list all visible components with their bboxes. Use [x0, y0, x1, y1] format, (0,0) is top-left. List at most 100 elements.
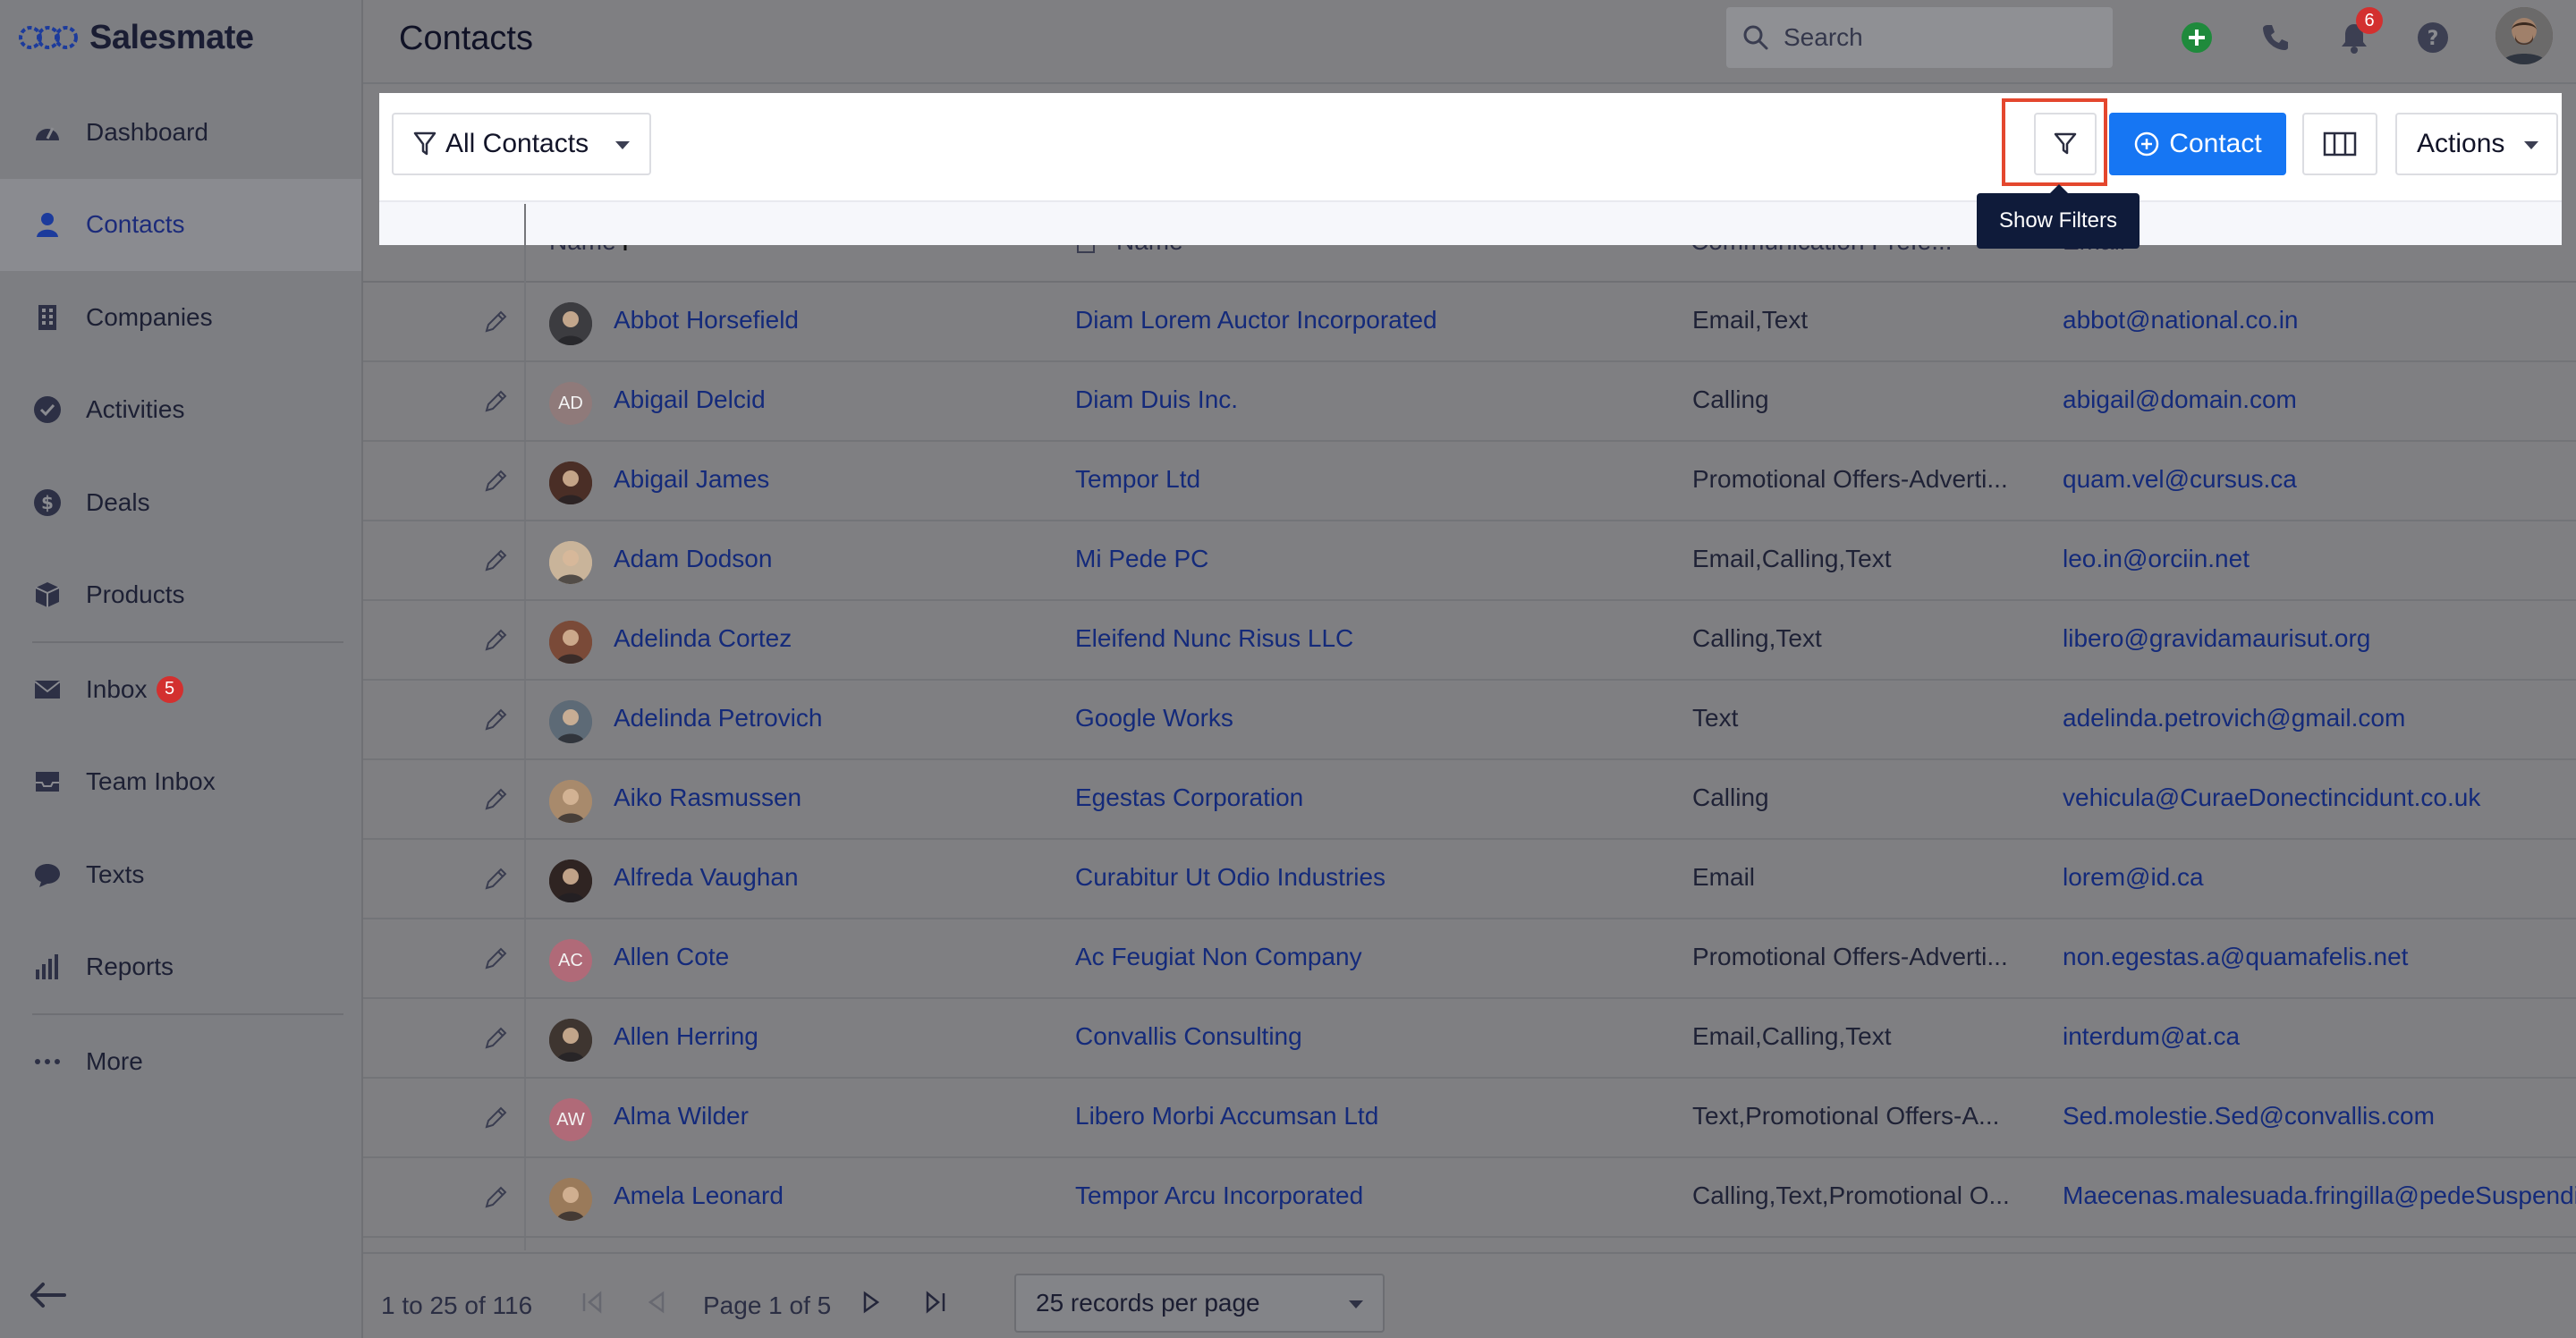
sidebar-item-contacts[interactable]: Contacts — [0, 178, 361, 271]
quick-add-icon[interactable] — [2179, 20, 2215, 55]
edit-pencil-icon[interactable] — [481, 1183, 510, 1212]
sidebar-nav: Dashboard Contacts Companies Activities $ Dea… — [0, 86, 361, 1108]
table-row[interactable]: Abbot Horsefield Diam Lorem Auctor Incorp… — [363, 283, 2576, 362]
edit-pencil-icon[interactable] — [481, 1024, 510, 1053]
table-row[interactable]: AW Alma Wilder Libero Morbi Accumsan Ltd Te… — [363, 1079, 2576, 1158]
sidebar: Salesmate Dashboard Contacts Companies Acti… — [0, 0, 363, 1338]
edit-pencil-icon[interactable] — [481, 706, 510, 734]
table-row[interactable]: Adelinda Petrovich Google Works Text adelin… — [363, 681, 2576, 760]
table-row[interactable]: Aiko Rasmussen Egestas Corporation Calling… — [363, 760, 2576, 840]
edit-pencil-icon[interactable] — [481, 308, 510, 336]
table-row[interactable]: Amela Leonard Tempor Arcu Incorporated Cal… — [363, 1158, 2576, 1238]
next-page-icon[interactable] — [855, 1286, 887, 1318]
help-icon[interactable]: ? — [2415, 20, 2451, 55]
sidebar-item-dashboard[interactable]: Dashboard — [0, 86, 361, 179]
contact-photo-icon — [549, 860, 592, 902]
edit-pencil-icon[interactable] — [481, 546, 510, 575]
contact-name-link[interactable]: Adelinda Petrovich — [614, 704, 822, 733]
contact-name-link[interactable]: Abigail James — [614, 465, 769, 494]
email-link[interactable]: quam.vel@cursus.ca — [2063, 465, 2297, 494]
contact-name-link[interactable]: Allen Cote — [614, 943, 729, 971]
email-link[interactable]: vehicula@CuraeDonectincidunt.co.uk — [2063, 783, 2480, 812]
last-page-icon[interactable] — [919, 1286, 952, 1318]
contact-name-link[interactable]: Aiko Rasmussen — [614, 783, 801, 812]
user-avatar[interactable] — [2496, 7, 2553, 64]
email-link[interactable]: abigail@domain.com — [2063, 385, 2297, 414]
company-name-link[interactable]: Google Works — [1075, 704, 1233, 733]
email-link[interactable]: lorem@id.ca — [2063, 863, 2204, 892]
add-contact-button[interactable]: Contact — [2109, 113, 2286, 175]
company-name-link[interactable]: Eleifend Nunc Risus LLC — [1075, 624, 1353, 653]
previous-page-icon[interactable] — [640, 1286, 673, 1318]
company-name-link[interactable]: Diam Duis Inc. — [1075, 385, 1238, 414]
table-row[interactable]: AD Abigail Delcid Diam Duis Inc. Calling abi… — [363, 362, 2576, 442]
email-link[interactable]: Sed.molestie.Sed@convallis.com — [2063, 1102, 2435, 1131]
actions-dropdown[interactable]: Actions — [2395, 113, 2558, 175]
contact-name-link[interactable]: Alma Wilder — [614, 1102, 749, 1131]
first-page-icon[interactable] — [576, 1286, 608, 1318]
contact-name-link[interactable]: Abigail Delcid — [614, 385, 766, 414]
sidebar-item-reports[interactable]: Reports — [0, 921, 361, 1014]
email-link[interactable]: non.egestas.a@quamafelis.net — [2063, 943, 2408, 971]
table-row[interactable]: Adelinda Cortez Eleifend Nunc Risus LLC Ca… — [363, 601, 2576, 681]
contact-photo-icon — [549, 780, 592, 823]
notifications-bell-icon[interactable]: 6 — [2336, 7, 2383, 55]
pagination-bar: 1 to 25 of 116 Page 1 of 5 25 records pe… — [363, 1252, 2576, 1338]
company-name-link[interactable]: Convallis Consulting — [1075, 1022, 1302, 1051]
table-row[interactable]: Abigail James Tempor Ltd Promotional Offer… — [363, 442, 2576, 521]
edit-pencil-icon[interactable] — [481, 626, 510, 655]
company-name-link[interactable]: Egestas Corporation — [1075, 783, 1303, 812]
contact-name-link[interactable]: Amela Leonard — [614, 1181, 784, 1210]
email-link[interactable]: leo.in@orciin.net — [2063, 545, 2250, 573]
phone-icon[interactable] — [2258, 20, 2293, 55]
edit-pencil-icon[interactable] — [481, 467, 510, 495]
sidebar-item-activities[interactable]: Activities — [0, 364, 361, 457]
company-name-link[interactable]: Diam Lorem Auctor Incorporated — [1075, 306, 1437, 334]
edit-pencil-icon[interactable] — [481, 944, 510, 973]
avatar — [549, 302, 592, 345]
table-row[interactable]: Allen Herring Convallis Consulting Email,C… — [363, 999, 2576, 1079]
email-link[interactable]: abbot@national.co.in — [2063, 306, 2299, 334]
edit-pencil-icon[interactable] — [481, 387, 510, 416]
brand[interactable]: Salesmate — [18, 16, 254, 59]
sidebar-item-products[interactable]: Products — [0, 549, 361, 642]
contact-name-link[interactable]: Abbot Horsefield — [614, 306, 799, 334]
contact-name-link[interactable]: Adelinda Cortez — [614, 624, 792, 653]
company-name-link[interactable]: Curabitur Ut Odio Industries — [1075, 863, 1385, 892]
sidebar-item-inbox[interactable]: Inbox 5 — [0, 643, 361, 736]
table-row[interactable]: AC Allen Cote Ac Feugiat Non Company Promot… — [363, 919, 2576, 999]
actions-label: Actions — [2417, 129, 2505, 158]
records-per-page-select[interactable]: 25 records per page — [1014, 1274, 1385, 1333]
sidebar-item-more[interactable]: More — [0, 1015, 361, 1108]
table-row[interactable]: Adam Dodson Mi Pede PC Email,Calling,Text l… — [363, 521, 2576, 601]
sidebar-item-label: Inbox — [86, 674, 148, 703]
company-name-link[interactable]: Libero Morbi Accumsan Ltd — [1075, 1102, 1378, 1131]
company-name-link[interactable]: Mi Pede PC — [1075, 545, 1208, 573]
email-link[interactable]: Maecenas.malesuada.fringilla@pedeSuspend… — [2063, 1181, 2576, 1210]
email-link[interactable]: libero@gravidamaurisut.org — [2063, 624, 2370, 653]
columns-button[interactable] — [2302, 113, 2377, 175]
table-row[interactable]: Alfreda Vaughan Curabitur Ut Odio Industr… — [363, 840, 2576, 919]
building-icon — [32, 302, 63, 333]
edit-pencil-icon[interactable] — [481, 865, 510, 893]
collapse-sidebar-icon[interactable] — [25, 1277, 70, 1313]
search-box[interactable] — [1726, 7, 2113, 68]
sidebar-item-deals[interactable]: $ Deals — [0, 456, 361, 549]
show-filters-button[interactable] — [2034, 113, 2097, 175]
contact-name-link[interactable]: Alfreda Vaughan — [614, 863, 799, 892]
contact-name-link[interactable]: Adam Dodson — [614, 545, 772, 573]
sidebar-item-companies[interactable]: Companies — [0, 271, 361, 364]
company-name-link[interactable]: Tempor Ltd — [1075, 465, 1200, 494]
sidebar-item-texts[interactable]: Texts — [0, 828, 361, 921]
edit-pencil-icon[interactable] — [481, 1104, 510, 1132]
search-input[interactable] — [1784, 23, 2106, 52]
email-link[interactable]: adelinda.petrovich@gmail.com — [2063, 704, 2405, 733]
contact-name-link[interactable]: Allen Herring — [614, 1022, 758, 1051]
tray-icon — [32, 766, 63, 797]
company-name-link[interactable]: Tempor Arcu Incorporated — [1075, 1181, 1363, 1210]
company-name-link[interactable]: Ac Feugiat Non Company — [1075, 943, 1362, 971]
edit-pencil-icon[interactable] — [481, 785, 510, 814]
sidebar-item-team-inbox[interactable]: Team Inbox — [0, 736, 361, 829]
email-link[interactable]: interdum@at.ca — [2063, 1022, 2240, 1051]
view-selector[interactable]: All Contacts — [392, 113, 651, 175]
